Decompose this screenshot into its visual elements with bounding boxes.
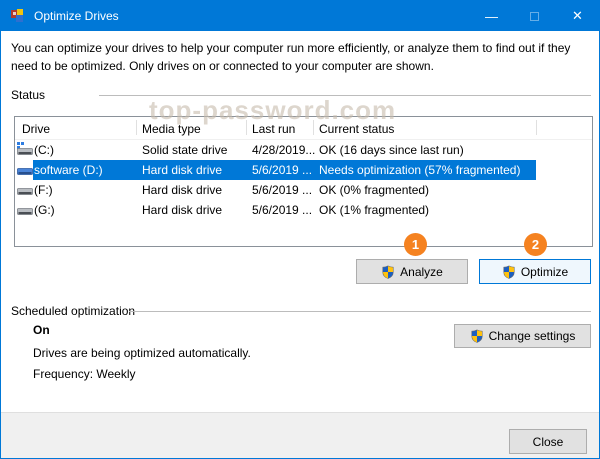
analyze-button-label: Analyze: [400, 265, 443, 279]
current-status: OK (16 days since last run): [319, 143, 464, 157]
close-window-button[interactable]: ✕: [556, 1, 599, 31]
column-separator[interactable]: [313, 120, 314, 135]
caption-buttons: — ✕: [470, 1, 599, 31]
column-header-drive[interactable]: Drive: [22, 122, 50, 136]
scheduled-state: On: [33, 323, 50, 337]
close-button-label: Close: [533, 435, 564, 449]
media-type: Solid state drive: [142, 143, 227, 157]
optimize-button-label: Optimize: [521, 265, 568, 279]
table-row[interactable]: (G:) Hard disk drive 5/6/2019 ... OK (1%…: [15, 200, 592, 220]
maximize-button: [513, 1, 556, 31]
last-run: 5/6/2019 ...: [252, 183, 312, 197]
annotation-badge-2: 2: [524, 233, 547, 256]
maximize-icon: [530, 12, 539, 21]
column-header-lastrun[interactable]: Last run: [252, 122, 295, 136]
close-button[interactable]: Close: [509, 429, 587, 454]
scheduled-group-divider: [129, 311, 591, 312]
analyze-button[interactable]: Analyze: [356, 259, 468, 284]
drive-name: (G:): [34, 203, 55, 217]
drive-list: Drive Media type Last run Current status…: [14, 116, 593, 247]
last-run: 5/6/2019 ...: [252, 203, 312, 217]
media-type: Hard disk drive: [142, 203, 222, 217]
current-status: OK (1% fragmented): [319, 203, 429, 217]
last-run: 4/28/2019...: [252, 143, 315, 157]
status-group-divider: [99, 95, 591, 96]
minimize-icon: —: [485, 9, 498, 24]
scheduled-description: Drives are being optimized automatically…: [33, 346, 251, 360]
drive-name: software (D:): [34, 163, 103, 177]
table-row[interactable]: (F:) Hard disk drive 5/6/2019 ... OK (0%…: [15, 180, 592, 200]
table-row[interactable]: (C:) Solid state drive 4/28/2019... OK (…: [15, 140, 592, 160]
drive-name: (F:): [34, 183, 53, 197]
system-drive-icon: [17, 142, 33, 158]
optimize-drives-dialog: Optimize Drives — ✕ You can optimize you…: [0, 0, 600, 459]
current-status: OK (0% fragmented): [319, 183, 429, 197]
table-row[interactable]: software (D:) Hard disk drive 5/6/2019 .…: [15, 160, 592, 180]
hard-drive-icon: [17, 182, 33, 198]
change-settings-button-label: Change settings: [489, 329, 576, 343]
drive-name: (C:): [34, 143, 54, 157]
column-header-status[interactable]: Current status: [319, 122, 394, 136]
media-type: Hard disk drive: [142, 183, 222, 197]
column-separator[interactable]: [136, 120, 137, 135]
media-type: Hard disk drive: [142, 163, 222, 177]
intro-text: You can optimize your drives to help you…: [11, 39, 589, 75]
status-group-label: Status: [11, 88, 45, 102]
titlebar: Optimize Drives — ✕: [1, 1, 599, 31]
scheduled-group-label: Scheduled optimization: [11, 304, 135, 318]
column-header-media[interactable]: Media type: [142, 122, 201, 136]
minimize-button[interactable]: —: [470, 1, 513, 31]
last-run: 5/6/2019 ...: [252, 163, 312, 177]
hard-drive-icon: [17, 202, 33, 218]
change-settings-button[interactable]: Change settings: [454, 324, 591, 348]
close-icon: ✕: [572, 8, 583, 24]
current-status: Needs optimization (57% fragmented): [319, 163, 520, 177]
hard-drive-icon: [17, 162, 33, 178]
optimize-button[interactable]: Optimize: [479, 259, 591, 284]
uac-shield-icon: [381, 265, 395, 279]
column-separator[interactable]: [536, 120, 537, 135]
drive-list-header: Drive Media type Last run Current status: [15, 117, 592, 140]
column-separator[interactable]: [246, 120, 247, 135]
uac-shield-icon: [502, 265, 516, 279]
annotation-badge-1: 1: [404, 233, 427, 256]
window-title: Optimize Drives: [34, 9, 119, 23]
optimize-drives-app-icon: [10, 8, 26, 24]
scheduled-frequency: Frequency: Weekly: [33, 367, 136, 381]
uac-shield-icon: [470, 329, 484, 343]
